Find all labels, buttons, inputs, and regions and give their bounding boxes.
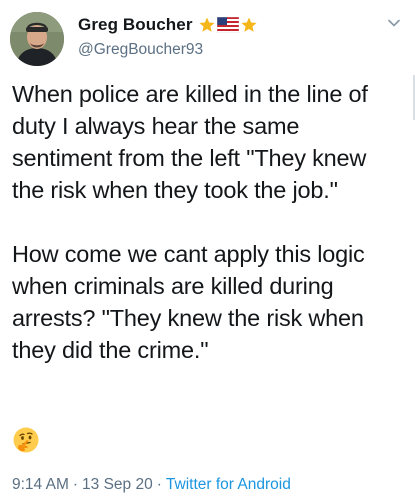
tweet-source-link[interactable]: Twitter for Android <box>166 476 291 493</box>
tweet-meta: 9:14 AM · 13 Sep 20 · Twitter for Android <box>12 476 291 494</box>
tweet-paragraph-2: How come we cant apply this logic when c… <box>12 241 371 363</box>
avatar[interactable] <box>10 12 64 66</box>
name-emoji-group <box>198 16 258 34</box>
thinking-face-icon <box>13 427 39 453</box>
user-handle[interactable]: @GregBoucher93 <box>78 41 258 59</box>
tweet-text: When police are killed in the line of du… <box>12 78 402 366</box>
us-flag-icon <box>216 17 239 33</box>
tweet-header: Greg Boucher @GregBoucher93 <box>10 12 405 68</box>
display-name[interactable]: Greg Boucher <box>78 15 193 35</box>
meta-separator: · <box>156 476 162 493</box>
meta-separator: · <box>72 476 79 493</box>
tweet-date[interactable]: 13 Sep 20 <box>82 476 153 493</box>
tweet-card: Greg Boucher @GregBoucher93 When police … <box>0 0 415 500</box>
chevron-down-icon[interactable] <box>385 14 403 32</box>
user-names: Greg Boucher @GregBoucher93 <box>78 14 258 59</box>
tweet-time[interactable]: 9:14 AM <box>12 476 69 493</box>
star-icon <box>199 17 215 32</box>
display-name-row: Greg Boucher <box>78 14 258 36</box>
tweet-paragraph-1: When police are killed in the line of du… <box>12 81 375 203</box>
star-icon <box>241 17 257 32</box>
